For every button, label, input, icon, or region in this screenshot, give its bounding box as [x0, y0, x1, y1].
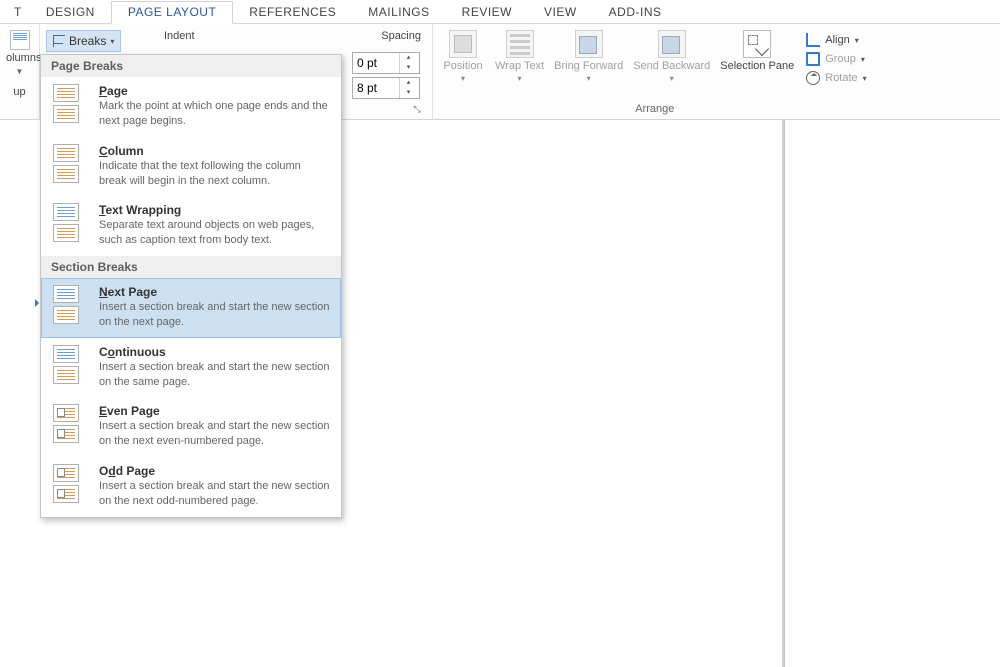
spin-up-icon[interactable]: ▴	[400, 53, 417, 63]
rotate-icon	[806, 71, 820, 85]
tab-design[interactable]: DESIGN	[30, 2, 111, 23]
rotate-button[interactable]: Rotate ▾	[804, 70, 868, 86]
group-icon	[806, 52, 820, 66]
spin-down-icon[interactable]: ▾	[400, 63, 417, 73]
align-icon	[806, 33, 820, 47]
ribbon-tabs: T DESIGN PAGE LAYOUT REFERENCES MAILINGS…	[0, 0, 1000, 24]
tab-references[interactable]: REFERENCES	[233, 2, 352, 23]
chevron-down-icon: ▾	[587, 74, 591, 83]
chevron-down-icon: ▾	[855, 36, 859, 45]
chevron-down-icon: ▾	[861, 55, 865, 64]
dialog-launcher-icon[interactable]: ⤡	[410, 102, 424, 116]
break-next-page-title: Next Page	[99, 285, 331, 299]
chevron-down-icon: ▾	[461, 74, 465, 83]
tab-view[interactable]: VIEW	[528, 2, 593, 23]
position-label: Position	[443, 60, 482, 72]
break-odd-page-desc: Insert a section break and start the new…	[99, 479, 331, 509]
break-page-title: PPageage	[99, 84, 331, 98]
spacing-after-field[interactable]	[353, 79, 399, 97]
position-icon	[449, 30, 477, 58]
bring-forward-icon	[575, 30, 603, 58]
break-continuous[interactable]: ContinuousInsert a section break and sta…	[41, 338, 341, 398]
breaks-dropdown: Page Breaks PPageageMark the point at wh…	[40, 54, 342, 518]
send-backward-label: Send Backward	[633, 60, 710, 72]
send-backward-button[interactable]: Send Backward ▾	[633, 30, 710, 83]
breaks-icon	[53, 35, 65, 47]
break-text-wrapping-desc: Separate text around objects on web page…	[99, 218, 331, 248]
odd-page-icon	[53, 464, 87, 503]
next-page-icon	[53, 285, 87, 324]
spin-down-icon[interactable]: ▾	[400, 88, 417, 98]
column-break-icon	[53, 144, 87, 183]
even-page-icon	[53, 404, 87, 443]
chevron-down-icon: ▾	[518, 74, 522, 83]
tab-cut[interactable]: T	[10, 2, 30, 23]
group-label-cut: up	[6, 86, 33, 98]
break-continuous-title: Continuous	[99, 345, 331, 359]
text-wrapping-icon	[53, 203, 87, 242]
break-continuous-desc: Insert a section break and start the new…	[99, 360, 331, 390]
spacing-before-field[interactable]	[353, 54, 399, 72]
arrange-group-label: Arrange	[441, 103, 869, 118]
break-page-desc: Mark the point at which one page ends an…	[99, 99, 331, 129]
break-odd-page-title: Odd Page	[99, 464, 331, 478]
chevron-down-icon: ▾	[110, 37, 114, 46]
chevron-down-icon: ▾	[863, 74, 867, 83]
section-breaks-header: Section Breaks	[41, 256, 341, 278]
arrange-group: Position ▾ Wrap Text ▾ Bring Forward ▾ S…	[432, 24, 877, 120]
page-breaks-header: Page Breaks	[41, 55, 341, 77]
wrap-text-button[interactable]: Wrap Text ▾	[495, 30, 544, 83]
break-column-desc: Indicate that the text following the col…	[99, 159, 331, 189]
wrap-text-icon	[506, 30, 534, 58]
break-page[interactable]: PPageageMark the point at which one page…	[41, 77, 341, 137]
break-column[interactable]: ColumnIndicate that the text following t…	[41, 137, 341, 197]
spacing-label: Spacing	[381, 30, 421, 42]
indent-label: Indent	[164, 30, 195, 42]
position-button[interactable]: Position ▾	[441, 30, 485, 83]
tab-mailings[interactable]: MAILINGS	[352, 2, 445, 23]
page-edge	[782, 120, 785, 667]
wrap-text-label: Wrap Text	[495, 60, 544, 72]
break-next-page[interactable]: Next PageInsert a section break and star…	[41, 278, 341, 338]
bring-forward-button[interactable]: Bring Forward ▾	[554, 30, 623, 83]
continuous-icon	[53, 345, 87, 384]
hover-indicator-icon	[35, 299, 43, 307]
selection-pane-icon	[743, 30, 771, 58]
rotate-label: Rotate	[825, 72, 857, 84]
tab-review[interactable]: REVIEW	[446, 2, 528, 23]
breaks-button[interactable]: Breaks ▾	[46, 30, 121, 52]
columns-label: olumns	[6, 52, 33, 64]
tab-addins[interactable]: ADD-INS	[593, 2, 678, 23]
columns-icon	[10, 30, 30, 50]
chevron-down-icon: ▾	[670, 74, 674, 83]
break-next-page-desc: Insert a section break and start the new…	[99, 300, 331, 330]
page-break-icon	[53, 84, 87, 123]
break-even-page-title: Even Page	[99, 404, 331, 418]
break-even-page[interactable]: Even PageInsert a section break and star…	[41, 397, 341, 457]
selection-pane-button[interactable]: Selection Pane	[720, 30, 794, 72]
send-backward-icon	[658, 30, 686, 58]
align-label: Align	[825, 34, 849, 46]
spin-up-icon[interactable]: ▴	[400, 78, 417, 88]
breaks-label: Breaks	[69, 34, 106, 48]
break-text-wrapping[interactable]: Text WrappingSeparate text around object…	[41, 196, 341, 256]
chevron-down-icon: ▼	[6, 67, 33, 76]
columns-button[interactable]: olumns ▼ up	[0, 24, 40, 120]
break-column-title: Column	[99, 144, 331, 158]
group-button[interactable]: Group ▾	[804, 51, 868, 67]
break-even-page-desc: Insert a section break and start the new…	[99, 419, 331, 449]
tab-page-layout[interactable]: PAGE LAYOUT	[111, 1, 233, 24]
spacing-after-input[interactable]: ▴▾	[352, 77, 420, 99]
break-text-wrapping-title: Text Wrapping	[99, 203, 331, 217]
align-button[interactable]: Align ▾	[804, 32, 868, 48]
selection-pane-label: Selection Pane	[720, 60, 794, 72]
group-label: Group	[825, 53, 856, 65]
spacing-controls: ▴▾ ▴▾	[352, 52, 420, 99]
spacing-before-input[interactable]: ▴▾	[352, 52, 420, 74]
bring-forward-label: Bring Forward	[554, 60, 623, 72]
break-odd-page[interactable]: Odd PageInsert a section break and start…	[41, 457, 341, 517]
